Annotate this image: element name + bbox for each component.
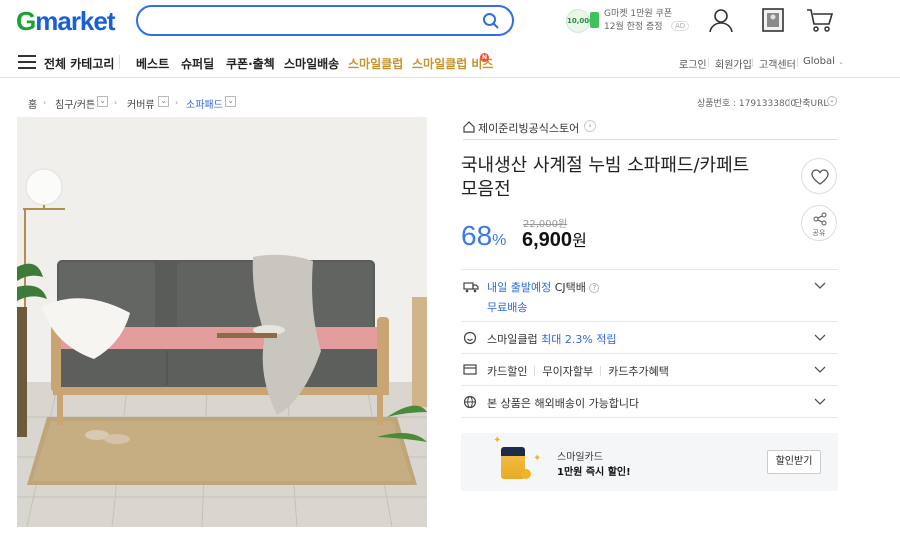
login-link[interactable]: 로그인 <box>679 56 707 71</box>
product-title: 국내생산 사계절 누빔 소파패드/카페트 모음전 <box>461 155 750 200</box>
chevron-down-icon: ⌄ <box>838 58 844 66</box>
smile-card-title: 스마일카드 <box>557 452 603 463</box>
smile-card-promo: ✦ ✦ 스마일카드 1만원 즉시 할인! 할인받기 <box>461 433 838 491</box>
coupon-promo-banner[interactable]: 10,000 G마켓 1만원 쿠폰 12월 한정 증정 AD <box>566 6 690 36</box>
customer-center-link[interactable]: 고객센터 <box>759 56 796 71</box>
truck-icon <box>463 282 479 293</box>
store-icon <box>463 121 475 133</box>
dropdown-toggle-icon[interactable]: ⌄ <box>225 96 236 107</box>
cart-icon[interactable] <box>806 7 834 33</box>
recent-viewed-icon[interactable] <box>761 7 785 33</box>
chevron-down-icon[interactable] <box>814 398 826 406</box>
share-icon <box>813 212 827 226</box>
search-icon[interactable] <box>482 12 500 30</box>
smile-club-text: 스마일클럽 최대 2.3% 적립 <box>487 333 617 346</box>
sofa-photo <box>17 117 427 527</box>
util-divider <box>752 58 753 67</box>
sale-price: 6,900원 <box>522 229 587 251</box>
store-link[interactable]: 제이준리빙공식스토어 › <box>463 119 838 140</box>
discount-rate: 68% <box>461 220 507 251</box>
phone-icon <box>590 12 599 28</box>
chevron-right-icon: › <box>175 98 179 107</box>
store-name[interactable]: 제이준리빙공식스토어 <box>478 120 579 136</box>
smile-club-row[interactable]: 스마일클럽 최대 2.3% 적립 <box>461 321 838 353</box>
overseas-shipping-row[interactable]: 본 상품은 해외배송이 가능합니다 <box>461 385 838 418</box>
nav-item-coupon[interactable]: 쿠폰·출첵 <box>226 55 275 72</box>
sparkle-icon: ✦ <box>493 435 502 446</box>
chevron-down-icon[interactable] <box>814 366 826 374</box>
card-benefit-row[interactable]: 카드할인 무이자할부 카드추가혜택 <box>461 353 838 385</box>
short-url-link[interactable]: 단축URL <box>794 96 828 109</box>
coin-icon <box>521 469 531 479</box>
nav-divider <box>119 55 120 69</box>
help-icon[interactable]: ? <box>589 283 600 293</box>
heart-icon <box>811 169 829 185</box>
delivery-info: 내일 출발예정 CJ택배 ? <box>487 279 600 295</box>
nav-item-smile-delivery[interactable]: 스마일배송 <box>284 55 339 72</box>
chevron-down-icon[interactable]: ⌄ <box>827 96 837 106</box>
logo-g: G <box>16 6 36 36</box>
nav-all-categories[interactable]: 전체 카테고리 <box>44 55 114 72</box>
gmarket-logo[interactable]: Gmarket <box>16 6 116 36</box>
global-link[interactable]: Global ⌄ <box>803 56 844 67</box>
dropdown-toggle-icon[interactable]: ⌄ <box>97 96 108 107</box>
credit-card-icon <box>463 364 477 375</box>
smile-card-discount: 1만원 즉시 할인! <box>557 467 631 478</box>
nav-item-smile-club[interactable]: 스마일클럽 <box>348 55 403 72</box>
product-image[interactable] <box>17 117 427 527</box>
product-number: 상품번호 : 1791333800 <box>697 99 797 109</box>
dropdown-toggle-icon[interactable]: ⌄ <box>158 96 169 107</box>
main-nav: 전체 카테고리 베스트 슈퍼딜 쿠폰·출첵 스마일배송 스마일클럽 스마일클럽 … <box>0 48 900 78</box>
chevron-down-icon[interactable] <box>814 334 826 342</box>
promo-text: G마켓 1만원 쿠폰 12월 한정 증정 <box>604 9 673 32</box>
util-divider <box>708 58 709 67</box>
breadcrumb-item[interactable]: 커버류 <box>127 96 155 111</box>
ad-badge: AD <box>671 21 690 31</box>
util-divider <box>797 58 798 67</box>
get-discount-button[interactable]: 할인받기 <box>767 450 821 474</box>
signup-link[interactable]: 회원가입 <box>715 56 752 71</box>
new-badge: N <box>480 53 489 62</box>
overseas-shipping-text: 본 상품은 해외배송이 가능합니다 <box>487 397 640 410</box>
nav-item-superdeal[interactable]: 슈퍼딜 <box>181 55 214 72</box>
share-button[interactable]: 공유 <box>801 205 837 241</box>
smile-icon <box>463 331 477 345</box>
globe-icon <box>463 395 477 409</box>
coin-icon: 10,000 <box>566 9 594 33</box>
menu-icon[interactable] <box>18 55 36 69</box>
chevron-down-icon[interactable] <box>814 282 826 290</box>
chevron-right-icon: › <box>43 98 47 107</box>
search-box[interactable] <box>136 5 514 36</box>
user-icon[interactable] <box>708 7 734 33</box>
breadcrumb-item[interactable]: 침구/커튼 <box>55 96 95 111</box>
chevron-right-icon: › <box>114 98 118 107</box>
nav-item-best[interactable]: 베스트 <box>136 55 169 72</box>
card-benefit-text: 카드할인 무이자할부 카드추가혜택 <box>487 365 669 378</box>
logo-market: market <box>35 6 115 36</box>
share-label: 공유 <box>812 229 826 237</box>
breadcrumb-home[interactable]: 홈 <box>28 96 37 111</box>
favorite-button[interactable] <box>801 158 837 194</box>
delivery-row[interactable]: 내일 출발예정 CJ택배 ? 무료배송 <box>461 269 838 321</box>
sparkle-icon: ✦ <box>533 453 542 464</box>
free-shipping-label: 무료배송 <box>487 301 528 314</box>
util-divider <box>789 98 790 107</box>
breadcrumb-current[interactable]: 소파패드 <box>186 96 223 111</box>
header: Gmarket 10,000 G마켓 1만원 쿠폰 12월 한정 증정 AD <box>0 0 900 42</box>
search-input[interactable] <box>152 12 472 30</box>
chevron-right-icon[interactable]: › <box>584 120 596 132</box>
